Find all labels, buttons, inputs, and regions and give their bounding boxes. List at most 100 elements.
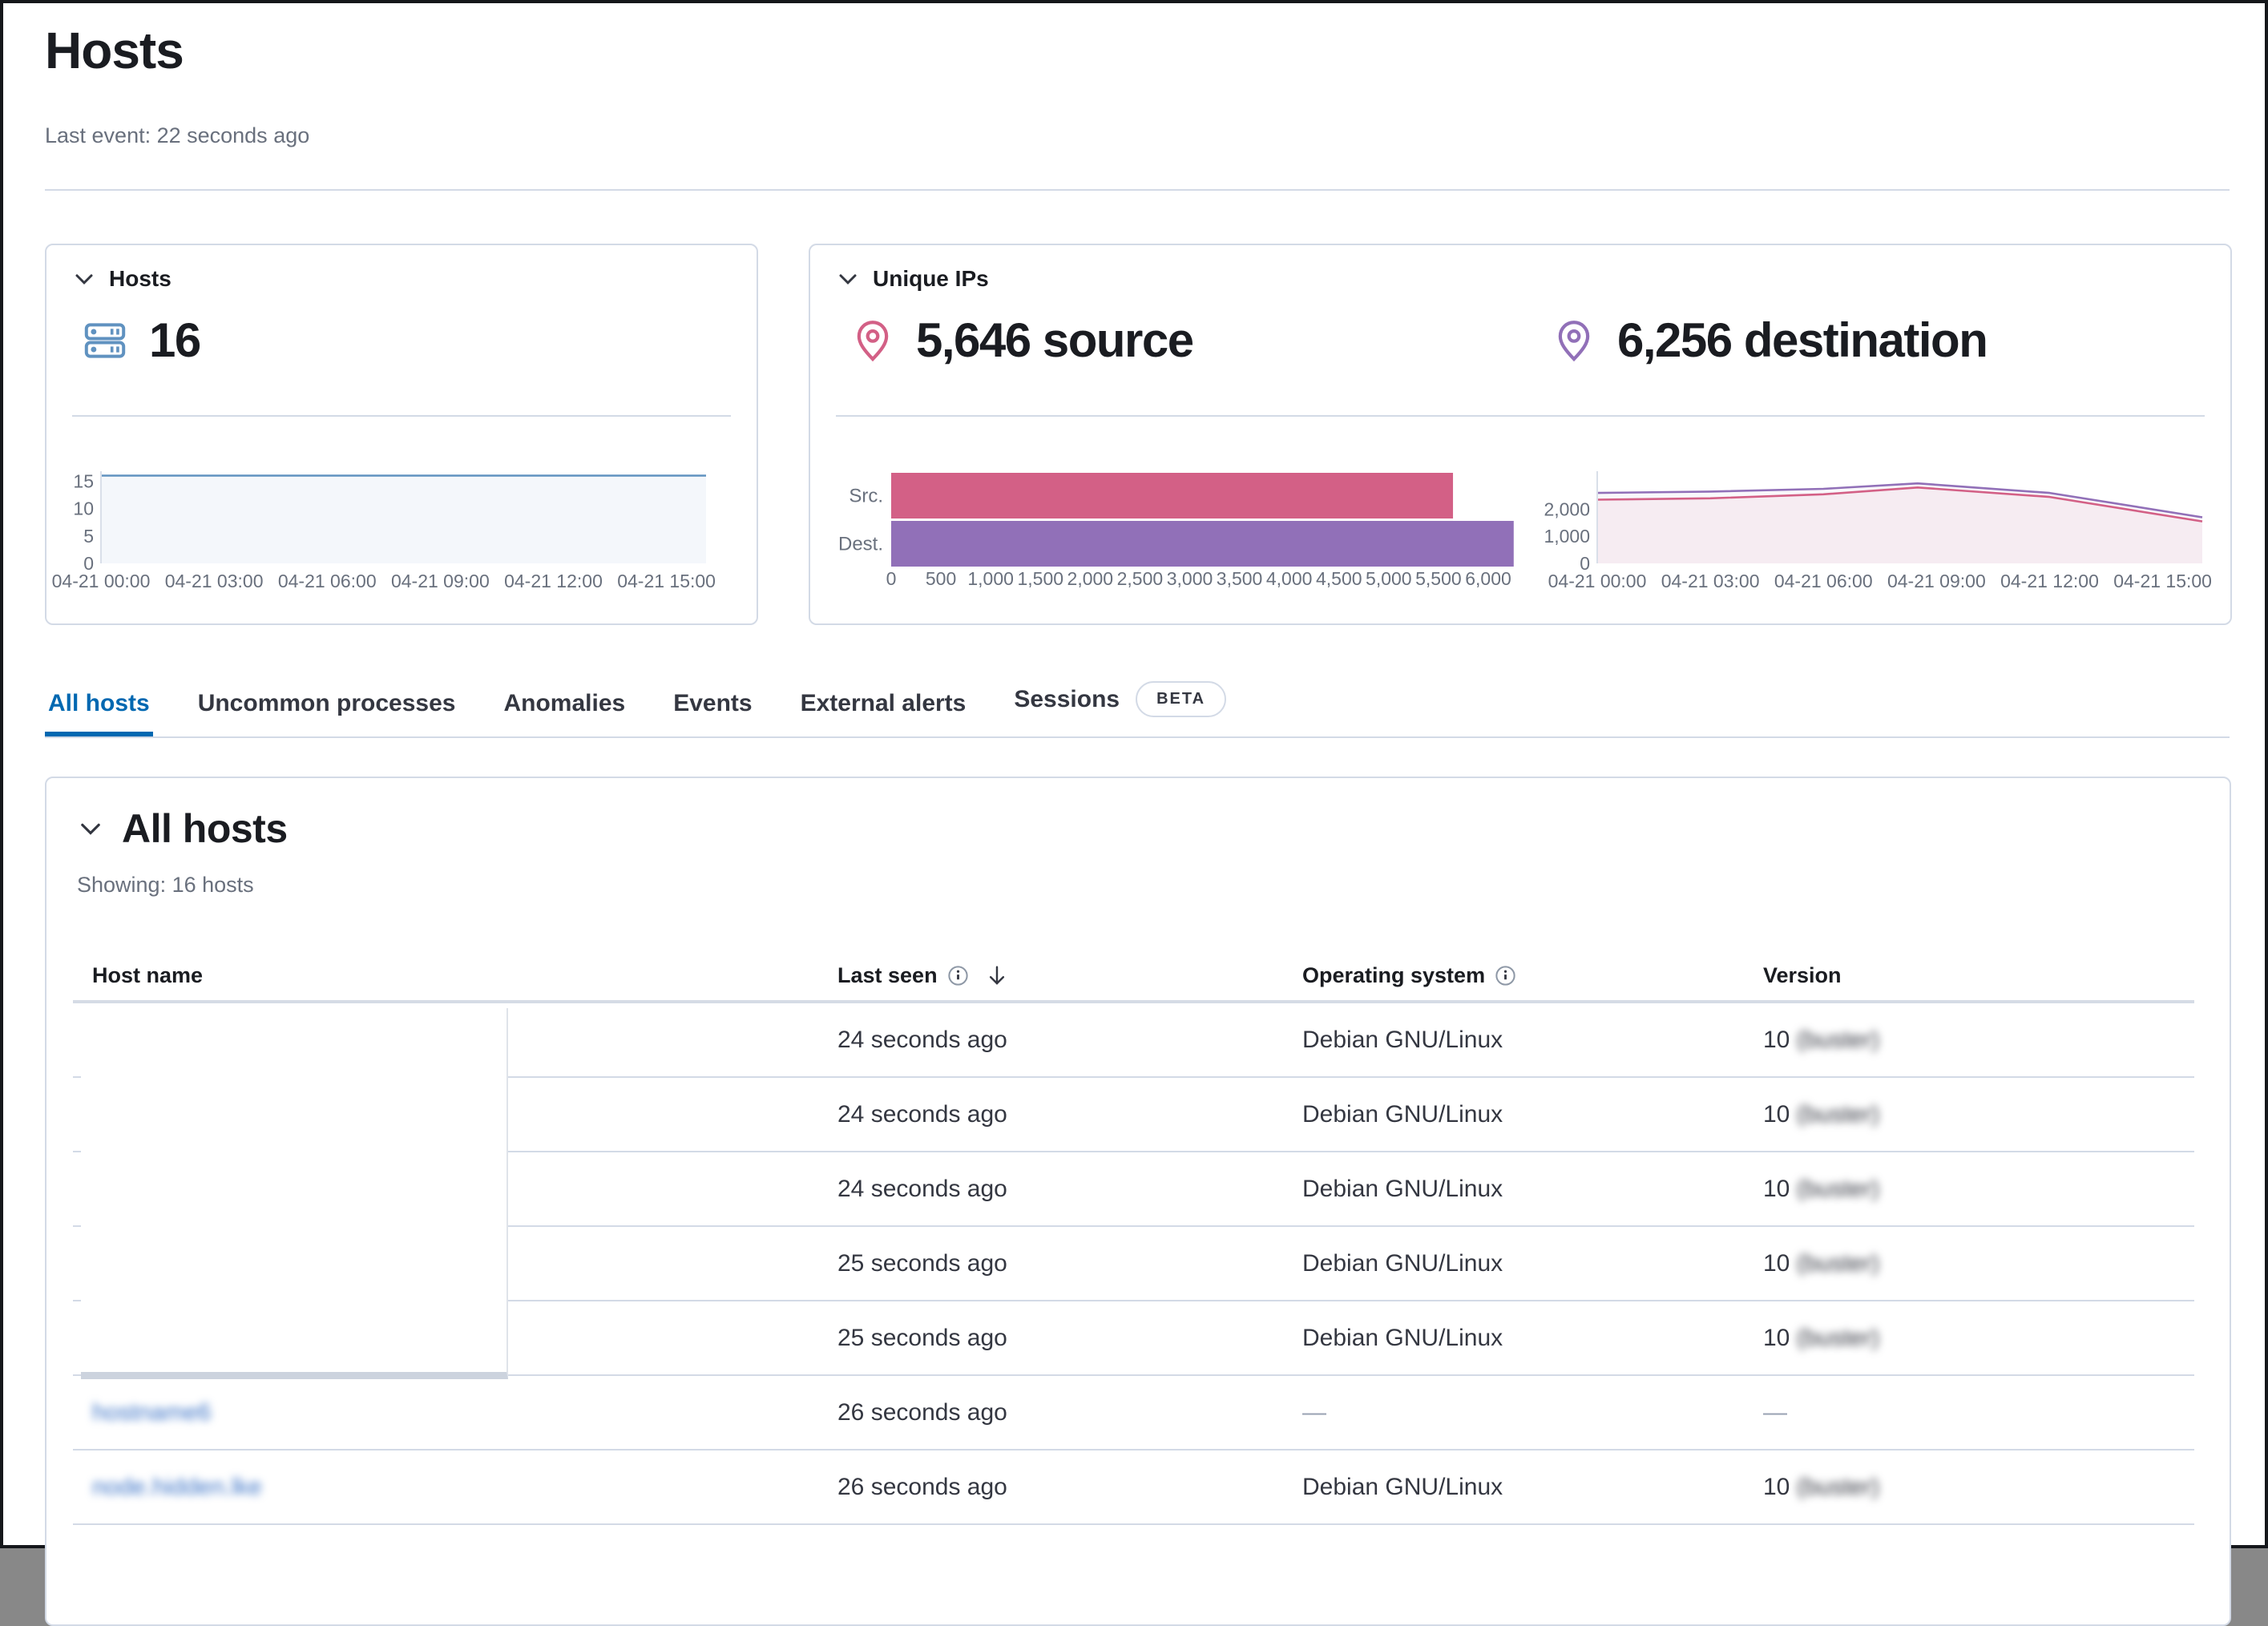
all-hosts-panel: All hosts Showing: 16 hosts Host name Las… <box>45 777 2231 1626</box>
svg-text:1,000: 1,000 <box>967 568 1014 589</box>
svg-text:4,000: 4,000 <box>1266 568 1313 589</box>
showing-count: Showing: 16 hosts <box>77 873 254 898</box>
tab-label: Sessions <box>1014 686 1120 713</box>
svg-text:500: 500 <box>926 568 956 589</box>
operating-system-cell: Debian GNU/Linux <box>1283 1101 1744 1128</box>
host-name-cell: hostname6 <box>73 1399 818 1426</box>
unique-ips-bar-chart: Src. Dest.0 500 1,0001,5002,0002,5003,0003,… <box>823 463 1544 607</box>
tab-events[interactable]: Events <box>670 684 755 736</box>
info-icon[interactable] <box>947 965 969 986</box>
table-header-row: Host name Last seen Operating system Versio… <box>73 950 2194 1003</box>
svg-text:3,500: 3,500 <box>1217 568 1263 589</box>
tab-sessions[interactable]: Sessions BETA <box>1011 675 1229 736</box>
map-pin-source-icon <box>850 318 895 363</box>
hosts-panel-label: Hosts <box>109 266 172 292</box>
last-seen-cell: 25 seconds ago <box>818 1250 1283 1277</box>
tab-label: All hosts <box>48 690 150 717</box>
all-hosts-title: All hosts <box>122 805 288 852</box>
map-pin-destination-icon <box>1552 318 1596 363</box>
unique-ips-panel: Unique IPs 5,646 source 6,256 destinatio… <box>809 244 2232 625</box>
sort-desc-icon[interactable] <box>985 963 1009 987</box>
tab-all-hosts[interactable]: All hosts <box>45 684 153 736</box>
tab-label: Uncommon processes <box>198 690 456 717</box>
column-label: Operating system <box>1302 963 1485 988</box>
operating-system-cell: Debian GNU/Linux <box>1283 1027 1744 1054</box>
svg-text:2,500: 2,500 <box>1117 568 1164 589</box>
last-seen-cell: 25 seconds ago <box>818 1325 1283 1352</box>
version-cell: 10 (buster) <box>1744 1176 2194 1203</box>
all-hosts-header[interactable]: All hosts <box>77 805 288 852</box>
last-seen-cell: 24 seconds ago <box>818 1101 1283 1128</box>
svg-text:0: 0 <box>886 568 897 589</box>
chevron-down-icon[interactable] <box>72 267 96 291</box>
host-link[interactable]: node.hidden.lke <box>92 1474 262 1501</box>
table-row: node.hidden.lke 26 seconds agoDebian GNU/… <box>73 1450 2194 1525</box>
svg-text:5,500: 5,500 <box>1415 568 1462 589</box>
redaction-artifact <box>81 1008 508 1379</box>
svg-text:04-21 00:00: 04-21 00:00 <box>52 571 151 591</box>
hosts-kpi-panel: Hosts 16 05101504-21 00:0004-21 03:0004-… <box>45 244 758 625</box>
storage-icon <box>82 317 128 364</box>
host-link[interactable]: hostname6 <box>92 1399 211 1426</box>
svg-text:04-21 09:00: 04-21 09:00 <box>391 571 490 591</box>
column-label: Host name <box>92 963 203 988</box>
svg-text:10: 10 <box>73 498 94 519</box>
tab-label: External alerts <box>801 690 967 717</box>
tab-label: Events <box>673 690 752 717</box>
unique-ips-panel-header[interactable]: Unique IPs <box>836 266 989 292</box>
chevron-down-icon[interactable] <box>836 267 860 291</box>
svg-text:Dest.: Dest. <box>838 534 883 555</box>
version-cell: 10 (buster) <box>1744 1027 2194 1054</box>
svg-text:04-21 03:00: 04-21 03:00 <box>1661 571 1760 591</box>
tab-uncommon-processes[interactable]: Uncommon processes <box>195 684 459 736</box>
svg-text:4,500: 4,500 <box>1316 568 1362 589</box>
last-seen-cell: 26 seconds ago <box>818 1399 1283 1426</box>
version-cell: 10 (buster) <box>1744 1325 2194 1352</box>
svg-text:1,000: 1,000 <box>1544 526 1590 547</box>
unique-ips-panel-label: Unique IPs <box>873 266 989 292</box>
panel-divider <box>836 415 2205 417</box>
svg-text:5: 5 <box>83 526 94 547</box>
table-row: hostname626 seconds ago—— <box>73 1376 2194 1450</box>
operating-system-cell: Debian GNU/Linux <box>1283 1474 1744 1501</box>
svg-text:04-21 06:00: 04-21 06:00 <box>1774 571 1873 591</box>
svg-text:04-21 12:00: 04-21 12:00 <box>2000 571 2099 591</box>
svg-text:04-21 15:00: 04-21 15:00 <box>617 571 716 591</box>
page-title: Hosts <box>45 21 184 80</box>
tab-anomalies[interactable]: Anomalies <box>500 684 628 736</box>
svg-text:Src.: Src. <box>849 486 883 507</box>
column-header-host-name: Host name <box>73 963 818 988</box>
version-cell: 10 (buster) <box>1744 1250 2194 1277</box>
svg-text:04-21 06:00: 04-21 06:00 <box>278 571 377 591</box>
svg-text:04-21 03:00: 04-21 03:00 <box>165 571 264 591</box>
panel-divider <box>72 415 731 417</box>
column-header-version: Version <box>1744 963 2194 988</box>
hosts-panel-header[interactable]: Hosts <box>72 266 172 292</box>
svg-text:15: 15 <box>73 470 94 491</box>
svg-text:04-21 12:00: 04-21 12:00 <box>504 571 603 591</box>
column-header-last-seen[interactable]: Last seen <box>818 963 1283 988</box>
info-icon[interactable] <box>1495 965 1516 986</box>
last-seen-cell: 26 seconds ago <box>818 1474 1283 1501</box>
unique-ips-area-chart: 01,0002,00004-21 00:0004-21 03:0004-21 0… <box>1564 463 2229 607</box>
svg-text:3,000: 3,000 <box>1167 568 1213 589</box>
last-seen-cell: 24 seconds ago <box>818 1176 1283 1203</box>
svg-text:2,000: 2,000 <box>1544 498 1590 519</box>
hosts-count-value: 16 <box>149 313 200 368</box>
svg-text:2,000: 2,000 <box>1067 568 1114 589</box>
svg-text:1,500: 1,500 <box>1017 568 1063 589</box>
chevron-down-icon[interactable] <box>77 815 104 842</box>
operating-system-cell: — <box>1283 1399 1744 1426</box>
svg-text:04-21 09:00: 04-21 09:00 <box>1887 571 1986 591</box>
hosts-page: { "page": { "title": "Hosts", "last_even… <box>0 0 2268 1548</box>
column-label: Last seen <box>837 963 938 988</box>
tab-external-alerts[interactable]: External alerts <box>797 684 970 736</box>
beta-badge: BETA <box>1136 681 1226 717</box>
hosts-sparkline-chart: 05101504-21 00:0004-21 03:0004-21 06:000… <box>67 463 757 607</box>
hosts-tab-bar: All hosts Uncommon processes Anomalies Even… <box>45 675 2230 738</box>
last-event-text: Last event: 22 seconds ago <box>45 123 309 148</box>
operating-system-cell: Debian GNU/Linux <box>1283 1176 1744 1203</box>
svg-text:04-21 00:00: 04-21 00:00 <box>1548 571 1647 591</box>
svg-text:04-21 15:00: 04-21 15:00 <box>2113 571 2212 591</box>
operating-system-cell: Debian GNU/Linux <box>1283 1325 1744 1352</box>
